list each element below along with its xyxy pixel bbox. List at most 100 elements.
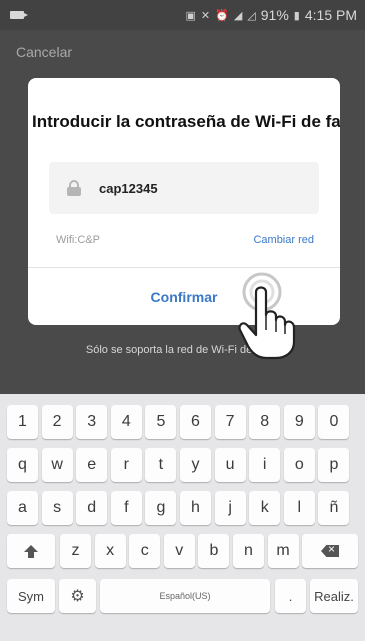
key-t-label: t (158, 456, 164, 473)
key-z-label: z (71, 542, 80, 559)
enter-key[interactable]: Realiz. (310, 579, 358, 613)
key-x[interactable]: x (94, 534, 126, 568)
key-2-label: 2 (52, 413, 62, 430)
key-e[interactable]: e (76, 448, 108, 482)
enter-key-label: Realiz. (314, 588, 354, 604)
wifi-network-label: Wifi:C&P (56, 234, 100, 246)
key-b[interactable]: b (198, 534, 230, 568)
key-g-label: g (156, 499, 166, 516)
key-3-label: 3 (87, 413, 97, 430)
key-j[interactable]: j (214, 491, 246, 525)
key-6[interactable]: 6 (180, 405, 211, 439)
key-f-label: f (124, 499, 129, 516)
key-r[interactable]: r (110, 448, 142, 482)
key-5-label: 5 (156, 413, 166, 430)
key-1-label: 1 (18, 413, 27, 430)
key-5[interactable]: 5 (145, 405, 177, 439)
key-4-label: 4 (121, 413, 131, 430)
key-3[interactable]: 3 (76, 405, 108, 439)
key-t[interactable]: t (145, 448, 177, 482)
key-l-label: l (297, 499, 302, 516)
key-k-label: k (260, 499, 269, 516)
key-r-label: r (123, 456, 129, 473)
key-k[interactable]: k (249, 491, 281, 525)
key-u[interactable]: u (214, 448, 246, 482)
key-i-label: i (262, 456, 267, 473)
key-q-label: q (18, 456, 27, 473)
alarm-icon: ⏰ (215, 9, 229, 22)
key-p-label: p (329, 456, 339, 473)
key-s[interactable]: s (41, 491, 73, 525)
key-7[interactable]: 7 (214, 405, 246, 439)
shift-key[interactable] (7, 534, 55, 568)
key-4[interactable]: 4 (110, 405, 142, 439)
key-i[interactable]: i (249, 448, 281, 482)
key-ñ[interactable]: ñ (318, 491, 350, 525)
key-h[interactable]: h (180, 491, 211, 525)
space-key-label: Español(US) (159, 591, 211, 601)
change-network-link[interactable]: Cambiar red (253, 234, 314, 246)
key-h-label: h (191, 499, 200, 516)
key-n[interactable]: n (233, 534, 264, 568)
settings-icon: ⚙ (70, 588, 85, 605)
key-9-label: 9 (294, 413, 304, 430)
dialog-title: Introducir la contraseña de Wi-Fi de fa.… (32, 112, 340, 131)
shift-icon (24, 544, 38, 558)
key-m-label: m (276, 542, 290, 559)
key-7-label: 7 (225, 413, 235, 430)
settings-key[interactable]: ⚙ (59, 579, 96, 613)
key-d[interactable]: d (76, 491, 108, 525)
cancel-button[interactable]: Cancelar (16, 44, 72, 60)
status-icons: ▣ ✕ ⏰ ◢ ◿ 91% ▮ 4:15 PM (186, 7, 358, 23)
password-field[interactable]: cap12345 (49, 162, 319, 214)
key-s-label: s (53, 499, 62, 516)
wifi-icon: ◢ (233, 9, 243, 22)
sym-key[interactable]: Sym (7, 579, 55, 613)
keyboard: 1 2 3 4 5 6 7 8 9 0 q w e r t y u i o p a s d f g h j k l ñ z x c v b n m Sym… (0, 394, 365, 641)
key-0[interactable]: 0 (318, 405, 350, 439)
key-c[interactable]: c (129, 534, 161, 568)
key-x-label: x (106, 542, 115, 559)
period-key-label: . (288, 588, 293, 604)
key-o[interactable]: o (283, 448, 315, 482)
key-q[interactable]: q (7, 448, 38, 482)
key-8-label: 8 (260, 413, 270, 430)
key-y[interactable]: y (180, 448, 211, 482)
status-bar: ▣ ✕ ⏰ ◢ ◿ 91% ▮ 4:15 PM (0, 0, 365, 30)
wifi-password-dialog: Introducir la contraseña de Wi-Fi de fa.… (28, 78, 340, 325)
key-e-label: e (87, 456, 97, 473)
key-v-label: v (175, 542, 184, 559)
key-ñ-label: ñ (329, 499, 339, 516)
key-1[interactable]: 1 (7, 405, 38, 439)
key-2[interactable]: 2 (41, 405, 73, 439)
key-w[interactable]: w (41, 448, 73, 482)
period-key[interactable]: . (275, 579, 306, 613)
nfc-icon: ▣ (185, 9, 196, 22)
key-p[interactable]: p (318, 448, 350, 482)
signal-icon: ◿ (247, 9, 256, 22)
lock-icon (67, 180, 81, 196)
key-m[interactable]: m (267, 534, 299, 568)
battery-percent: 91% (260, 7, 289, 23)
backspace-key[interactable] (302, 534, 358, 568)
battery-icon: ▮ (293, 9, 300, 22)
key-9[interactable]: 9 (283, 405, 315, 439)
key-g[interactable]: g (145, 491, 177, 525)
status-time: 4:15 PM (304, 7, 357, 23)
key-l[interactable]: l (283, 491, 315, 525)
sym-key-label: Sym (18, 588, 44, 604)
key-a[interactable]: a (7, 491, 38, 525)
key-j-label: j (228, 499, 232, 516)
key-y-label: y (191, 456, 200, 473)
key-a-label: a (18, 499, 27, 516)
key-c-label: c (140, 542, 149, 559)
password-value: cap12345 (99, 180, 158, 196)
key-v[interactable]: v (163, 534, 195, 568)
space-key[interactable]: Español(US) (100, 579, 270, 613)
key-8[interactable]: 8 (249, 405, 281, 439)
key-z[interactable]: z (60, 534, 91, 568)
key-n-label: n (244, 542, 253, 559)
media-notification-icon (10, 11, 28, 19)
confirm-button[interactable]: Confirmar (28, 268, 340, 325)
key-f[interactable]: f (110, 491, 142, 525)
